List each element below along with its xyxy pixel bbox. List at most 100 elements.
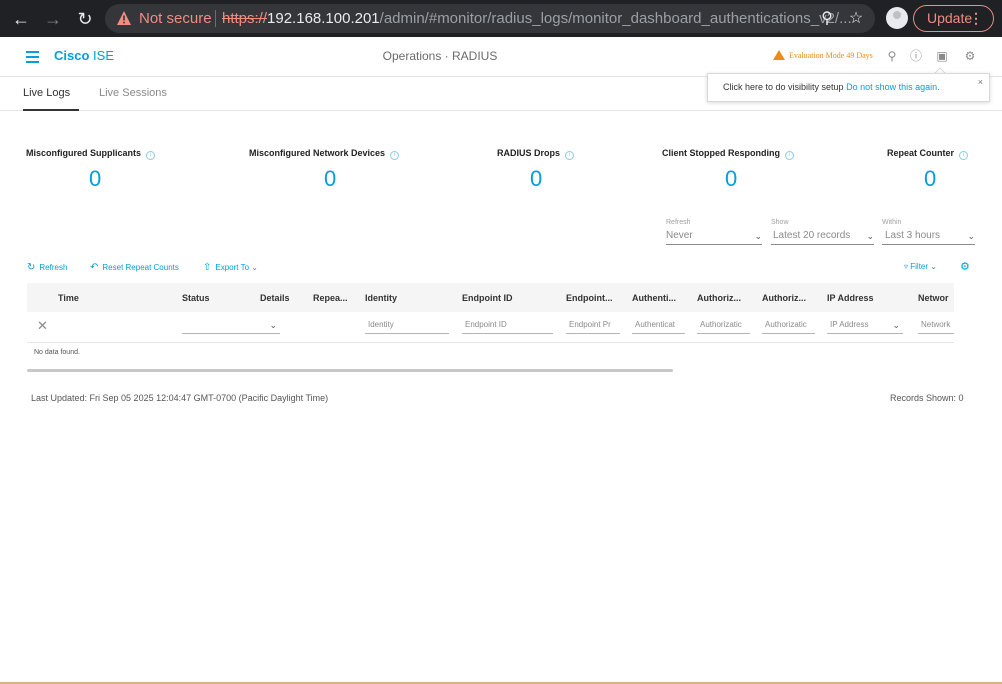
show-value[interactable]: Latest 20 records ⌄ [771,230,874,245]
ip-address-filter-select[interactable]: IP Address ⌄ [827,320,903,334]
network-filter-input[interactable]: Network [918,320,954,334]
omnibox-divider [215,10,216,27]
counter-radius-drops[interactable]: RADIUS Drops i [497,143,575,161]
reset-repeat-counts-button[interactable]: ↶ Reset Repeat Counts [90,262,179,273]
refresh-value[interactable]: Never ⌄ [666,230,762,245]
info-icon[interactable]: i [785,151,794,160]
info-icon[interactable]: i [565,151,575,160]
column-header[interactable]: Authenti... [632,293,676,303]
refresh-label: Refresh [39,263,68,272]
column-header[interactable]: IP Address [827,293,874,303]
counter-value[interactable]: 0 [89,166,101,192]
endpoint-id-filter-input[interactable]: Endpoint ID [462,320,553,334]
page-title: Operations · RADIUS [382,49,498,63]
forward-arrow-icon[interactable]: → [42,8,64,30]
counter-repeat-counter[interactable]: Repeat Counter i [887,143,969,161]
refresh-interval-select[interactable]: Refresh Never ⌄ [666,219,762,245]
info-icon[interactable]: i [390,151,400,160]
url-text[interactable]: https://192.168.100.201/admin/#monitor/r… [222,10,852,27]
counter-value[interactable]: 0 [725,166,737,192]
status-filter-select[interactable]: ⌄ [182,320,280,334]
show-selected: Latest 20 records [773,230,851,241]
column-header[interactable]: Repea... [313,293,348,303]
clear-filters-icon[interactable]: ✕ [37,318,48,334]
ip-address-placeholder: IP Address [830,320,869,329]
refresh-button[interactable]: ↻ Refresh [27,262,67,273]
identity-filter-input[interactable]: Identity [365,320,449,334]
column-header[interactable]: Authoriz... [697,293,741,303]
counter-label: Repeat Counter [887,148,955,158]
hamburger-menu-icon[interactable] [26,51,39,63]
profile-avatar[interactable] [886,7,908,29]
column-header[interactable]: Time [58,293,79,303]
undo-icon: ↶ [90,262,99,273]
last-updated-text: Last Updated: Fri Sep 05 2025 12:04:47 G… [31,393,329,403]
back-arrow-icon[interactable]: ← [10,8,32,30]
authorization-filter-input[interactable]: Authorizatic [697,320,750,334]
authentication-filter-input[interactable]: Authenticat [632,320,685,334]
dashboard-icon[interactable]: ▣ [934,48,950,64]
tab-bar: Live Logs Live Sessions [0,78,1002,111]
column-header[interactable]: Endpoint ID [462,293,513,303]
counter-value[interactable]: 0 [530,166,542,192]
tab-live-logs[interactable]: Live Logs [23,87,70,99]
column-header[interactable]: Details [260,293,290,303]
warning-triangle-icon [117,11,131,25]
counter-label: Misconfigured Supplicants [26,148,142,158]
tab-live-sessions[interactable]: Live Sessions [99,87,167,99]
horizontal-scrollbar[interactable] [27,369,673,372]
star-icon[interactable]: ☆ [846,9,866,29]
app-header: Cisco ISE Operations · RADIUS Evaluation… [0,37,1002,77]
counter-value[interactable]: 0 [324,166,336,192]
export-to-button[interactable]: ⇧ Export To ⌄ [203,262,258,273]
browser-toolbar: ← → ↻ Not secure https://192.168.100.201… [0,0,1002,37]
url-protocol: https:// [222,10,268,27]
counter-misconfigured-network-devices[interactable]: Misconfigured Network Devices i [249,143,400,161]
within-time-select[interactable]: Within Last 3 hours ⌄ [882,219,975,245]
chevron-down-icon: ⌄ [249,263,258,272]
within-selected: Last 3 hours [885,230,941,241]
counter-misconfigured-supplicants[interactable]: Misconfigured Supplicants i [26,143,156,161]
brand-logo[interactable]: Cisco ISE [54,48,114,63]
info-icon[interactable]: i [959,151,969,160]
column-header[interactable]: Networ [918,293,954,303]
help-icon[interactable]: ⓘ [908,48,924,64]
column-header[interactable]: Identity [365,293,397,303]
filter-button[interactable]: ▿ Filter ⌄ [904,262,937,271]
table-filter-row: ✕ ⌄ Identity Endpoint ID Endpoint Pr Aut… [27,313,954,343]
brand-light: ISE [93,48,114,63]
security-status[interactable]: Not secure [139,10,212,27]
evaluation-badge[interactable]: Evaluation Mode 49 Days [773,50,873,60]
zoom-icon[interactable]: ⚲ [817,9,837,29]
authorization-filter-input[interactable]: Authorizatic [762,320,815,334]
show-label: Show [771,219,789,226]
update-button[interactable]: Update ⋮ [913,5,994,32]
column-header[interactable]: Authoriz... [762,293,806,303]
counter-client-stopped-responding[interactable]: Client Stopped Responding i [662,143,794,161]
chevron-down-icon: ⌄ [892,320,900,330]
column-header[interactable]: Status [182,293,210,303]
within-value[interactable]: Last 3 hours ⌄ [882,230,975,245]
table-settings-gear-icon[interactable]: ⚙ [960,260,970,273]
url-path: /admin/#monitor/radius_logs/monitor_dash… [379,10,852,27]
chevron-down-icon: ⌄ [930,262,937,271]
table-header: Time Status Details Repea... Identity En… [27,283,954,312]
update-label: Update [927,10,973,26]
info-icon[interactable]: i [146,151,156,160]
counter-label: RADIUS Drops [497,148,561,158]
column-header[interactable]: Endpoint... [566,293,613,303]
reload-icon[interactable]: ↻ [74,8,96,30]
address-bar[interactable]: Not secure https://192.168.100.201/admin… [105,4,875,33]
refresh-icon: ↻ [27,262,36,273]
endpoint-profile-filter-input[interactable]: Endpoint Pr [566,320,620,334]
chevron-down-icon: ⌄ [269,320,277,330]
counter-value[interactable]: 0 [924,166,936,192]
show-records-select[interactable]: Show Latest 20 records ⌄ [771,219,874,245]
gear-icon[interactable]: ⚙ [962,48,978,64]
chevron-down-icon: ⌄ [754,231,762,241]
refresh-selected: Never [666,230,693,241]
filter-label: Filter [910,262,929,271]
evaluation-label: Evaluation Mode 49 Days [789,51,873,60]
search-icon[interactable]: ⚲ [884,48,900,64]
active-tab-indicator [23,109,79,111]
